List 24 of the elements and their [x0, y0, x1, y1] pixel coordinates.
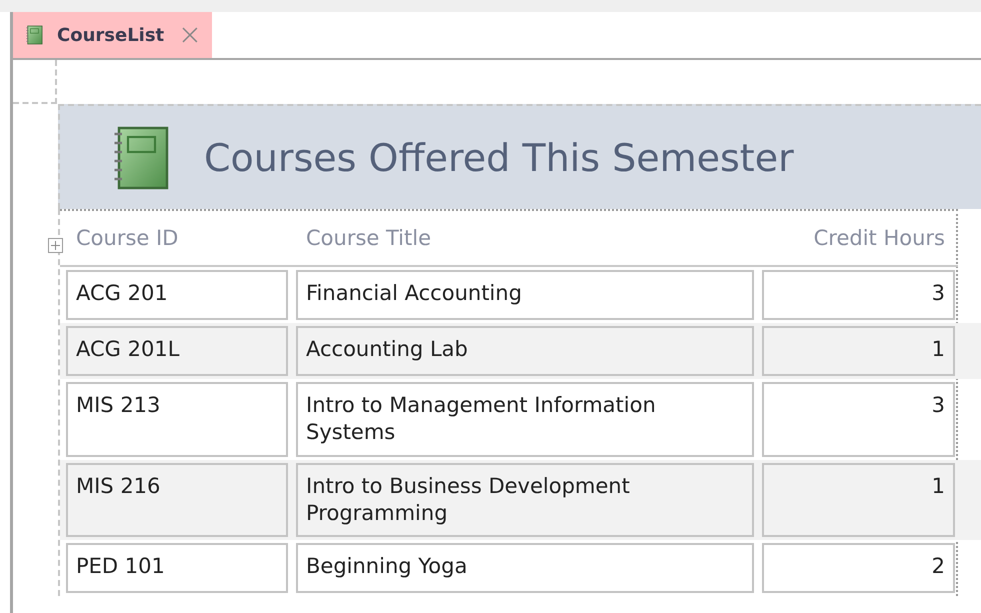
course-title-field[interactable]: Accounting Lab	[296, 326, 754, 376]
column-header: Course Title	[305, 226, 432, 250]
course-title-field[interactable]: Intro to Management Information Systems	[296, 382, 754, 457]
column-header: Course ID	[75, 226, 180, 250]
layout-guide	[13, 60, 57, 104]
course-title-field[interactable]: Beginning Yoga	[296, 543, 754, 594]
course-id-field[interactable]: MIS 216	[66, 462, 288, 538]
credit-hours-field[interactable]: 3	[762, 382, 955, 457]
move-handle-icon[interactable]	[48, 238, 63, 253]
course-id-field[interactable]: PED 101	[66, 543, 288, 594]
course-id-field[interactable]: ACG 201L	[66, 326, 288, 376]
notebook-icon	[25, 25, 43, 45]
close-icon[interactable]	[182, 27, 198, 43]
report-title: Courses Offered This Semester	[204, 136, 794, 180]
course-title-field[interactable]: Financial Accounting	[296, 270, 754, 320]
credit-hours-field[interactable]: 3	[762, 270, 955, 320]
document-tab[interactable]: CourseList	[13, 12, 212, 58]
credit-hours-field[interactable]: 1	[762, 326, 955, 376]
credit-hours-field[interactable]: 2	[762, 543, 955, 594]
column-header: Credit Hours	[812, 226, 946, 250]
course-title-field[interactable]: Intro to Business Development Programming	[296, 462, 754, 538]
course-id-field[interactable]: ACG 201	[66, 270, 288, 320]
course-id-field[interactable]: MIS 213	[66, 382, 288, 457]
credit-hours-field[interactable]: 1	[762, 462, 955, 538]
